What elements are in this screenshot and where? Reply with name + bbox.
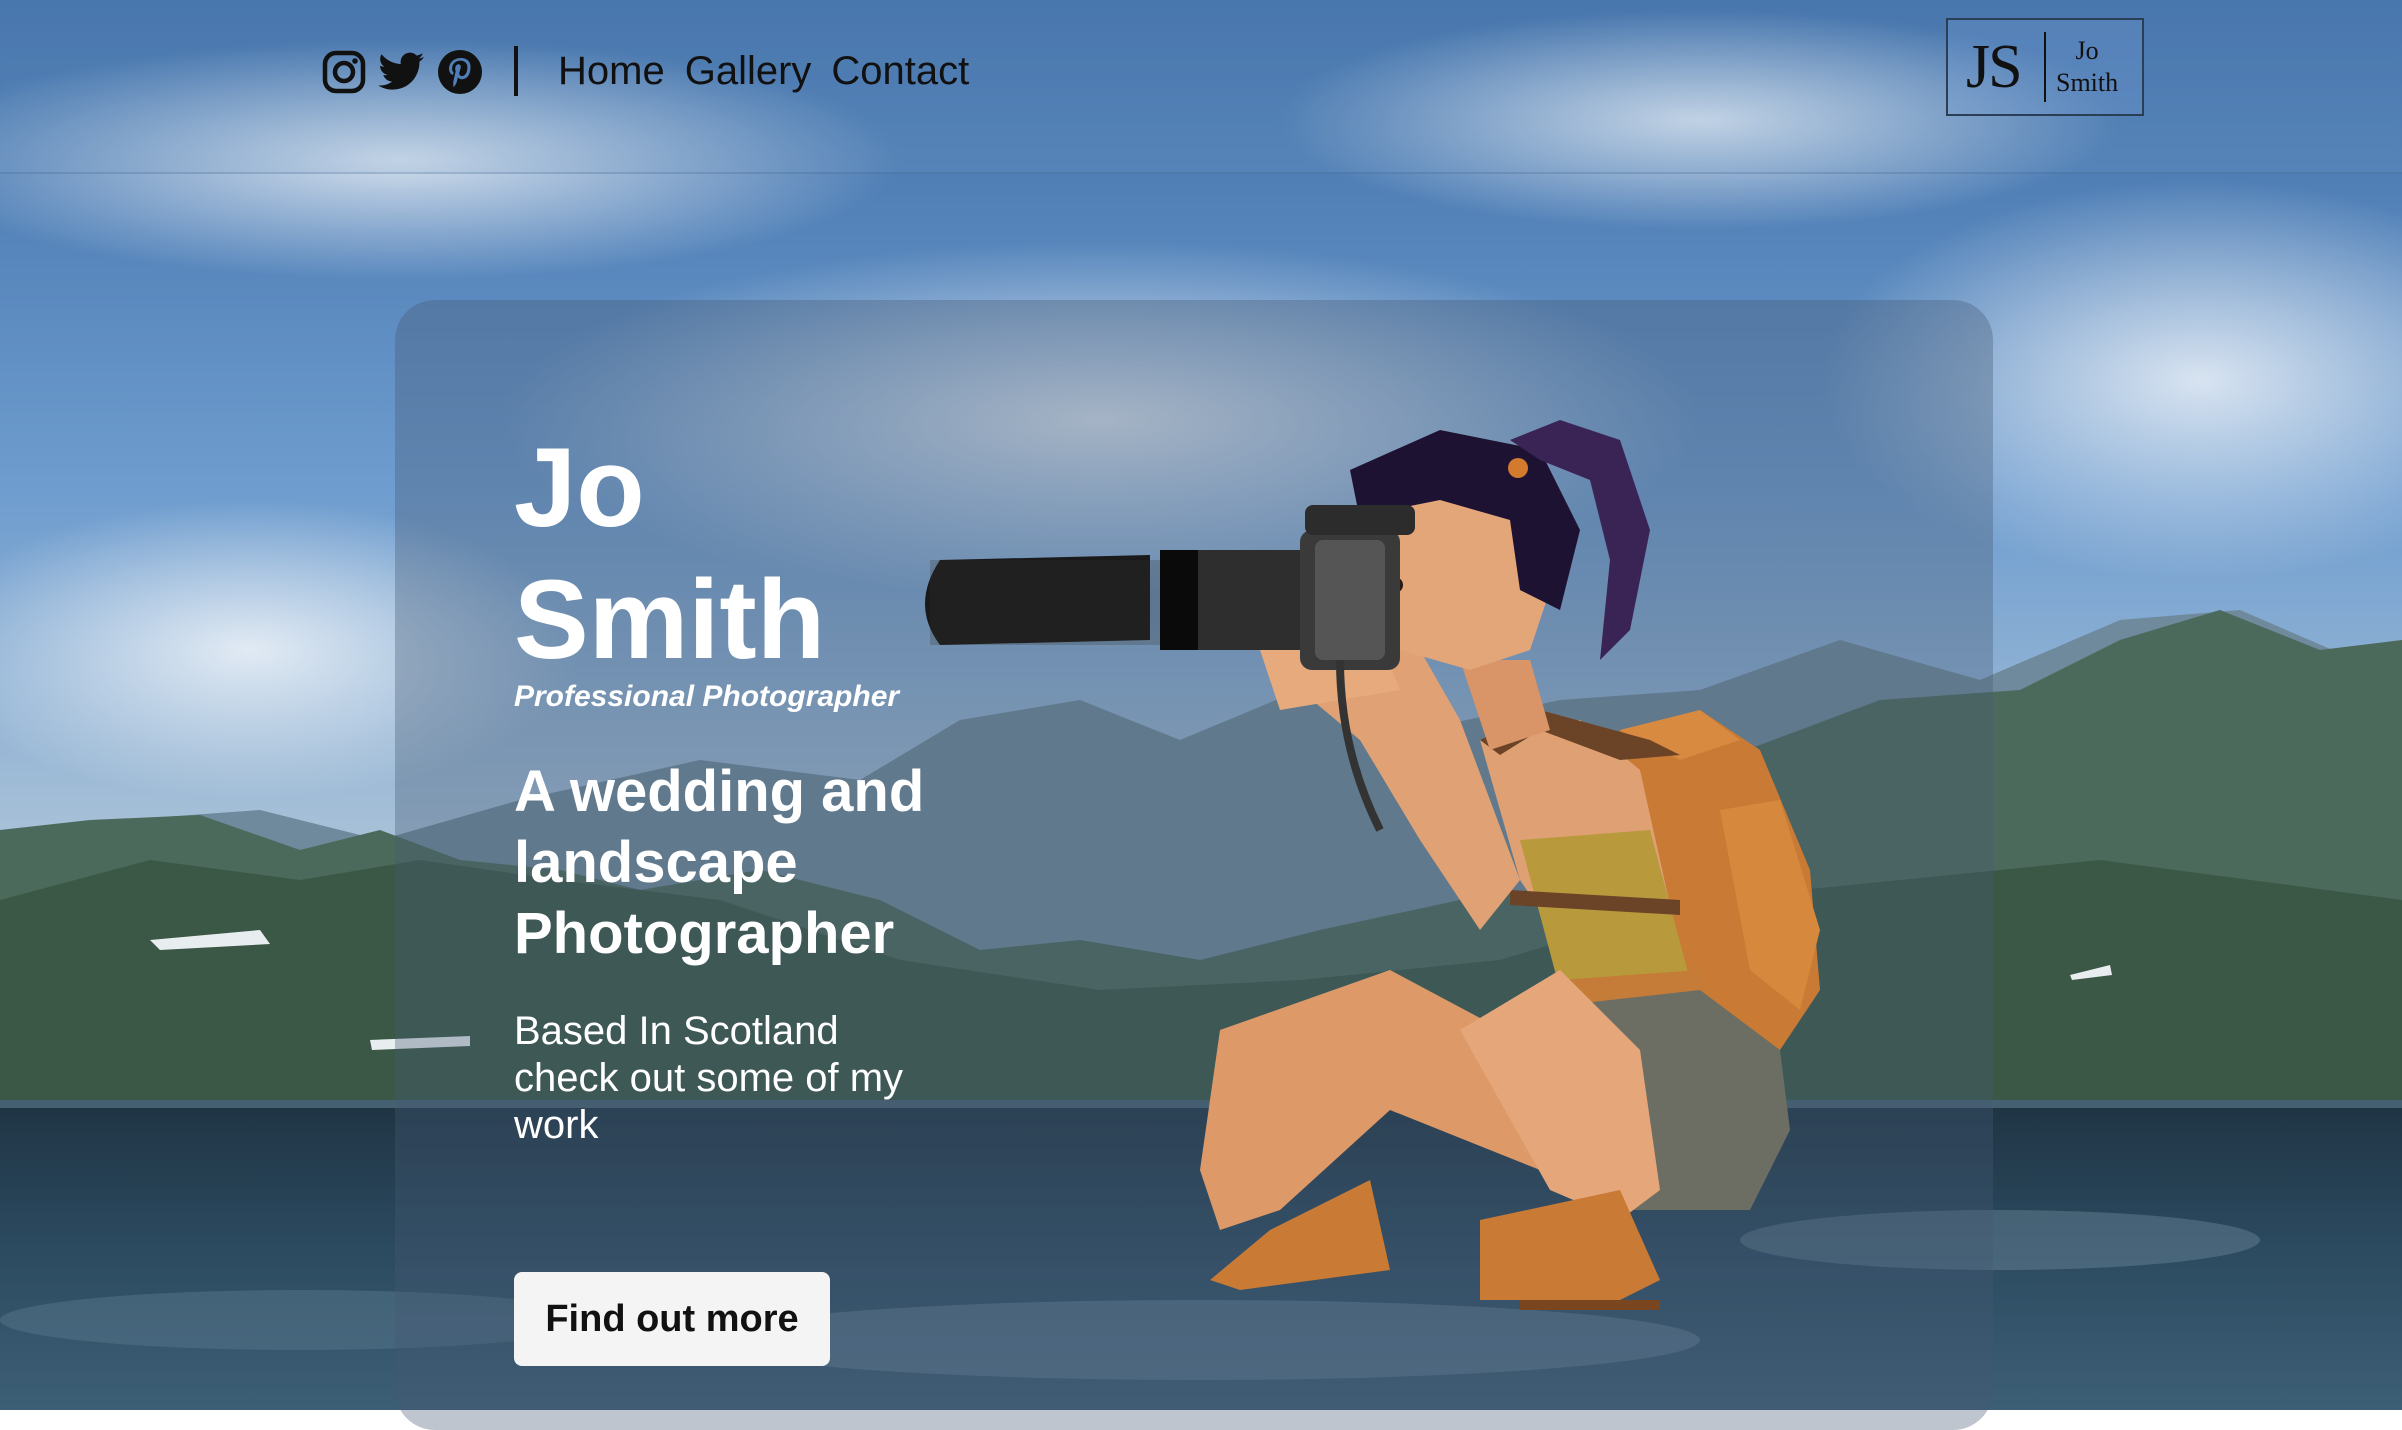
hero-last-name: Smith [514,557,826,682]
site-header: Home Gallery Contact JS Jo Smith [0,0,2402,174]
pinterest-icon[interactable] [436,48,484,96]
hero-first-name: Jo [514,425,645,550]
social-links [320,48,484,96]
site-logo[interactable]: JS Jo Smith [1946,18,2144,116]
logo-first-name: Jo [2075,36,2099,65]
nav-gallery[interactable]: Gallery [685,46,812,96]
nav-home[interactable]: Home [558,46,665,96]
hero-subtext: Based In Scotland check out some of my w… [514,1009,904,1147]
hero-name: Jo Smith [514,422,914,686]
logo-name: Jo Smith [2056,35,2118,99]
twitter-icon[interactable] [378,48,426,96]
main-nav: Home Gallery Contact [558,46,969,96]
nav-contact[interactable]: Contact [831,46,969,96]
logo-monogram: JS [1966,32,2023,101]
photographer-illustration [920,410,1880,1370]
find-out-more-button[interactable]: Find out more [514,1272,830,1366]
logo-divider [2044,32,2046,102]
logo-last-name: Smith [2056,68,2119,97]
header-divider [514,46,518,96]
hero-tagline: Professional Photographer [514,680,900,713]
hero-headline: A wedding and landscape Photographer [514,759,925,966]
instagram-icon[interactable] [320,48,368,96]
